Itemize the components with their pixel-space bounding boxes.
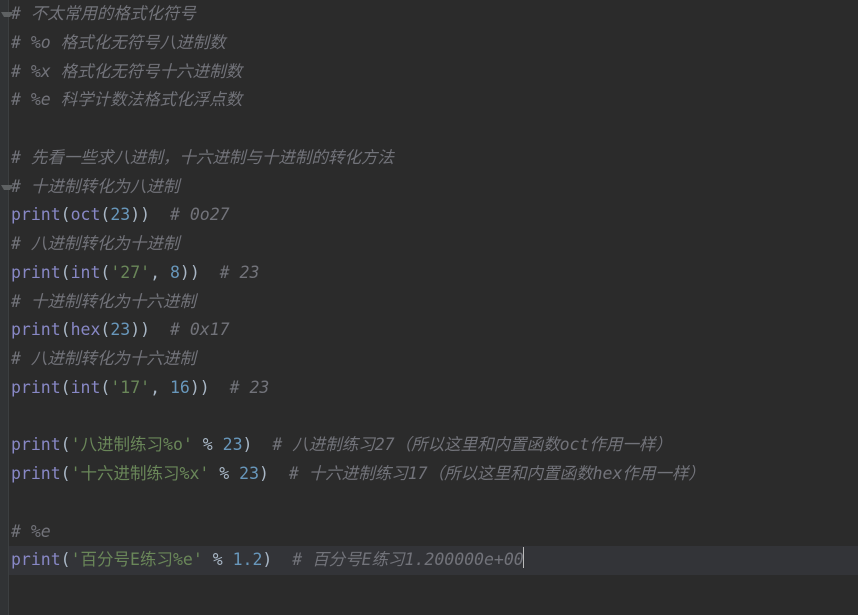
code-line[interactable] (9, 115, 858, 144)
code-line[interactable]: print(hex(23)) # 0x17 (9, 316, 858, 345)
builtin-token: int (71, 263, 101, 282)
code-line[interactable]: print('百分号E练习%e' % 1.2) # 百分号E练习1.200000… (9, 546, 858, 575)
string-token: '27' (110, 263, 150, 282)
builtin-token: print (11, 205, 61, 224)
code-area[interactable]: # 不太常用的格式化符号 # %o 格式化无符号八进制数 # %x 格式化无符号十六… (9, 0, 858, 615)
operator-token: ( (61, 378, 71, 397)
operator-token: ( (61, 435, 71, 454)
number-token: 23 (239, 464, 259, 483)
code-editor[interactable]: # 不太常用的格式化符号 # %o 格式化无符号八进制数 # %x 格式化无符号十六… (0, 0, 858, 615)
builtin-token: hex (71, 320, 101, 339)
builtin-token: print (11, 378, 61, 397)
operator-token: ( (100, 378, 110, 397)
operator-token: ( (61, 263, 71, 282)
operator-token: % (203, 550, 233, 569)
number-token: 8 (170, 263, 180, 282)
code-line[interactable]: print(int('17', 16)) # 23 (9, 374, 858, 403)
code-line[interactable]: # 先看一些求八进制，十六进制与十进制的转化方法 (9, 144, 858, 173)
operator-token: , (150, 378, 170, 397)
code-line[interactable]: # %e 科学计数法格式化浮点数 (9, 86, 858, 115)
string-token: '八进制练习%o' (71, 435, 193, 454)
comment-token: # 23 (230, 378, 270, 397)
builtin-token: oct (71, 205, 101, 224)
number-token: 23 (110, 205, 130, 224)
operator-token: ) (262, 550, 292, 569)
comment-token: # %o 格式化无符号八进制数 (11, 33, 226, 52)
code-line[interactable]: # 八进制转化为十六进制 (9, 345, 858, 374)
builtin-token: print (11, 435, 61, 454)
operator-token: ) (259, 464, 289, 483)
comment-token: # 不太常用的格式化符号 (11, 4, 196, 23)
code-line[interactable] (9, 403, 858, 432)
code-line[interactable]: # %o 格式化无符号八进制数 (9, 29, 858, 58)
builtin-token: print (11, 320, 61, 339)
builtin-token: print (11, 464, 61, 483)
code-line[interactable]: print('十六进制练习%x' % 23) # 十六进制练习17（所以这里和内… (9, 460, 858, 489)
builtin-token: print (11, 550, 61, 569)
operator-token: , (150, 263, 170, 282)
code-line[interactable]: print(int('27', 8)) # 23 (9, 259, 858, 288)
operator-token: )) (130, 205, 170, 224)
operator-token: )) (190, 378, 230, 397)
fold-marker-icon[interactable] (1, 185, 13, 196)
comment-token: # %e 科学计数法格式化浮点数 (11, 90, 242, 109)
operator-token: ( (61, 464, 71, 483)
code-line[interactable]: # %e (9, 518, 858, 547)
operator-token: % (193, 435, 223, 454)
operator-token: ( (100, 205, 110, 224)
comment-token: # 八进制转化为十六进制 (11, 349, 196, 368)
fold-marker-icon[interactable] (1, 12, 13, 23)
operator-token: )) (180, 263, 220, 282)
operator-token: ( (61, 550, 71, 569)
number-token: 16 (170, 378, 190, 397)
code-line[interactable]: # 十进制转化为八进制 (9, 173, 858, 202)
comment-token: # 十进制转化为十六进制 (11, 292, 196, 311)
code-line[interactable]: # 十进制转化为十六进制 (9, 288, 858, 317)
builtin-token: print (11, 263, 61, 282)
comment-token: # 0o27 (170, 205, 230, 224)
string-token: '百分号E练习%e' (71, 550, 203, 569)
number-token: 23 (223, 435, 243, 454)
string-token: '17' (110, 378, 150, 397)
code-line[interactable] (9, 489, 858, 518)
comment-token: # 八进制转化为十进制 (11, 234, 179, 253)
text-caret (523, 547, 524, 568)
string-token: '十六进制练习%x' (71, 464, 210, 483)
operator-token: ( (61, 205, 71, 224)
comment-token: # 0x17 (170, 320, 230, 339)
operator-token: ( (61, 320, 71, 339)
operator-token: ( (100, 320, 110, 339)
code-line[interactable]: # 八进制转化为十进制 (9, 230, 858, 259)
operator-token: ( (100, 263, 110, 282)
comment-token: # 八进制练习27（所以这里和内置函数oct作用一样） (272, 435, 672, 454)
code-line[interactable]: print(oct(23)) # 0o27 (9, 201, 858, 230)
operator-token: )) (130, 320, 170, 339)
operator-token: % (209, 464, 239, 483)
builtin-token: int (71, 378, 101, 397)
comment-token: # 十六进制练习17（所以这里和内置函数hex作用一样） (289, 464, 705, 483)
comment-token: # %e (11, 522, 51, 541)
number-token: 23 (110, 320, 130, 339)
operator-token: ) (243, 435, 273, 454)
comment-token: # 十进制转化为八进制 (11, 177, 179, 196)
code-line[interactable]: # 不太常用的格式化符号 (9, 0, 858, 29)
code-line[interactable]: # %x 格式化无符号十六进制数 (9, 58, 858, 87)
comment-token: # 百分号E练习1.200000e+00 (292, 550, 524, 569)
comment-token: # 先看一些求八进制，十六进制与十进制的转化方法 (11, 148, 394, 167)
number-token: 1.2 (233, 550, 263, 569)
comment-token: # %x 格式化无符号十六进制数 (11, 62, 242, 81)
gutter (0, 0, 9, 615)
code-line[interactable]: print('八进制练习%o' % 23) # 八进制练习27（所以这里和内置函… (9, 431, 858, 460)
comment-token: # 23 (220, 263, 260, 282)
